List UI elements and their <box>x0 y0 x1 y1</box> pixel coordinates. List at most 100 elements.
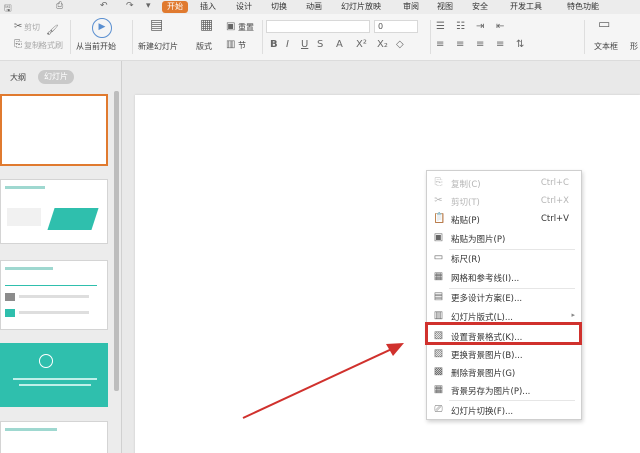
tab-design[interactable]: 设计 <box>236 1 252 13</box>
strikethrough-icon[interactable]: S <box>317 40 323 50</box>
tab-transitions[interactable]: 切换 <box>271 1 287 13</box>
section-button[interactable]: 节 <box>238 40 246 51</box>
play-icon[interactable]: ▶ <box>92 18 112 38</box>
ruler-icon: ▭ <box>433 252 444 263</box>
indent-icon[interactable]: ⇥ <box>476 22 484 32</box>
menu-item-ruler[interactable]: ▭ 标尺(R) <box>427 249 581 267</box>
play-from-current-button[interactable]: 从当前开始 <box>76 41 116 52</box>
menu-item-shortcut: Ctrl+C <box>540 178 569 188</box>
tab-home[interactable]: 开始 <box>162 1 188 13</box>
tab-slides[interactable]: 幻灯片 <box>38 70 74 84</box>
italic-icon[interactable]: I <box>286 40 289 50</box>
highlight-box <box>425 322 582 345</box>
paste-image-icon: ▣ <box>433 232 444 243</box>
undo-icon[interactable]: ↶ <box>100 1 108 11</box>
tab-insert[interactable]: 插入 <box>200 1 216 13</box>
menu-item-copy[interactable]: ⎘ 复制(C) Ctrl+C <box>427 174 581 192</box>
tab-animations[interactable]: 动画 <box>306 1 322 13</box>
tab-outline[interactable]: 大纲 <box>10 72 26 83</box>
justify-icon[interactable]: ≡ <box>496 40 504 50</box>
superscript-icon[interactable]: X² <box>356 40 367 50</box>
numbered-list-icon[interactable]: ☷ <box>456 22 465 32</box>
redo-icon[interactable]: ↷ <box>126 1 134 11</box>
tab-review[interactable]: 审阅 <box>403 1 419 13</box>
copy-button[interactable]: 复制 <box>24 40 40 51</box>
align-right-icon[interactable]: ≡ <box>476 40 484 50</box>
bullet-list-icon[interactable]: ☰ <box>436 22 445 32</box>
menu-item-delete-background[interactable]: ▩ 删除背景图片(G) <box>427 363 581 381</box>
new-slide-button[interactable]: 新建幻灯片 <box>138 41 178 52</box>
subscript-icon[interactable]: X₂ <box>377 40 388 50</box>
submenu-arrow-icon: ▸ <box>571 311 575 319</box>
thumbnail-decoration <box>7 208 41 226</box>
slide-thumbnail[interactable] <box>0 94 108 166</box>
scissors-icon: ✂ <box>14 21 23 32</box>
font-color-icon[interactable]: A <box>336 40 343 50</box>
new-slide-icon: ▤ <box>150 17 164 33</box>
format-painter-button[interactable]: 格式刷 <box>39 40 63 51</box>
slide-panel-scrollbar[interactable] <box>114 91 119 391</box>
menu-item-label: 剪切(T) <box>451 198 480 208</box>
font-name-field[interactable] <box>266 20 370 33</box>
menu-item-cut[interactable]: ✂ 剪切(T) Ctrl+X <box>427 192 581 210</box>
menu-item-paste[interactable]: 📋 粘贴(P) Ctrl+V <box>427 210 581 228</box>
layout-icon: ▥ <box>433 310 444 321</box>
thumbnail-decoration <box>19 311 89 314</box>
delete-background-icon: ▩ <box>433 366 444 377</box>
menu-item-label: 标尺(R) <box>451 255 481 265</box>
reset-button[interactable]: 重置 <box>238 22 254 33</box>
menu-item-label: 粘贴(P) <box>451 216 480 226</box>
menu-item-slide-transition[interactable]: ⎚ 幻灯片切换(F)... <box>427 401 581 419</box>
tab-features[interactable]: 特色功能 <box>567 1 599 13</box>
print-icon[interactable]: ⎙ <box>56 1 63 11</box>
thumbnail-decoration <box>5 428 57 431</box>
menu-item-change-background[interactable]: ▨ 更换背景图片(B)... <box>427 345 581 363</box>
thumbnail-decoration <box>5 309 15 317</box>
align-center-icon[interactable]: ≡ <box>456 40 464 50</box>
tab-developer[interactable]: 开发工具 <box>510 1 542 13</box>
slide-thumbnail[interactable] <box>0 421 108 453</box>
transition-icon: ⎚ <box>434 404 443 415</box>
layout-button[interactable]: 版式 <box>196 41 212 52</box>
shape-button[interactable]: 形 <box>630 41 638 52</box>
tab-security[interactable]: 安全 <box>472 1 488 13</box>
menu-item-label: 网格和参考线(I)... <box>451 274 520 284</box>
outdent-icon[interactable]: ⇤ <box>496 22 504 32</box>
thumbnail-decoration <box>39 354 53 368</box>
thumbnail-decoration <box>19 295 89 298</box>
font-size-field[interactable]: 0 <box>374 20 418 33</box>
thumbnail-decoration <box>13 378 97 380</box>
slide-thumbnail[interactable] <box>0 260 108 330</box>
menu-item-more-designs[interactable]: ▤ 更多设计方案(E)... <box>427 288 581 306</box>
quick-access-dropdown-icon[interactable]: ▾ <box>146 1 151 11</box>
menu-item-label: 幻灯片切换(F)... <box>451 407 514 417</box>
design-icon: ▤ <box>433 291 444 302</box>
menu-item-label: 背景另存为图片(P)... <box>451 387 531 397</box>
cut-button[interactable]: 剪切 <box>24 22 40 33</box>
tab-view[interactable]: 视图 <box>437 1 453 13</box>
align-left-icon[interactable]: ≡ <box>436 40 444 50</box>
clear-format-icon[interactable]: ◇ <box>396 40 404 50</box>
ribbon-divider <box>262 20 263 54</box>
menu-item-label: 复制(C) <box>451 180 481 190</box>
context-menu: ⎘ 复制(C) Ctrl+C ✂ 剪切(T) Ctrl+X 📋 粘贴(P) Ct… <box>426 170 582 420</box>
ribbon-divider <box>70 20 71 54</box>
menu-item-save-background[interactable]: ▦ 背景另存为图片(P)... <box>427 381 581 399</box>
underline-icon[interactable]: U <box>301 40 308 50</box>
slide-thumbnail[interactable] <box>0 179 108 244</box>
change-background-icon: ▨ <box>433 348 444 359</box>
tab-slideshow[interactable]: 幻灯片放映 <box>341 1 381 13</box>
menu-item-paste-as-image[interactable]: ▣ 粘贴为图片(P) <box>427 229 581 247</box>
text-direction-icon[interactable]: ⇅ <box>516 40 524 50</box>
save-background-icon: ▦ <box>433 384 444 395</box>
menu-tab-bar: 🖫 ⎙ ↶ ↷ ▾ 开始 插入 设计 切换 动画 幻灯片放映 审阅 视图 安全 … <box>0 0 640 14</box>
copy-icon: ⎘ <box>434 177 443 188</box>
ribbon-divider <box>430 20 431 54</box>
slide-thumbnail[interactable] <box>0 343 108 407</box>
bold-icon[interactable]: B <box>270 40 278 50</box>
text-box-button[interactable]: 文本框 <box>594 41 618 52</box>
menu-item-grid-guides[interactable]: ▦ 网格和参考线(I)... <box>427 268 581 286</box>
text-box-icon: ▭ <box>598 17 611 32</box>
ribbon-divider <box>584 20 585 54</box>
menu-item-label: 粘贴为图片(P) <box>451 235 506 245</box>
